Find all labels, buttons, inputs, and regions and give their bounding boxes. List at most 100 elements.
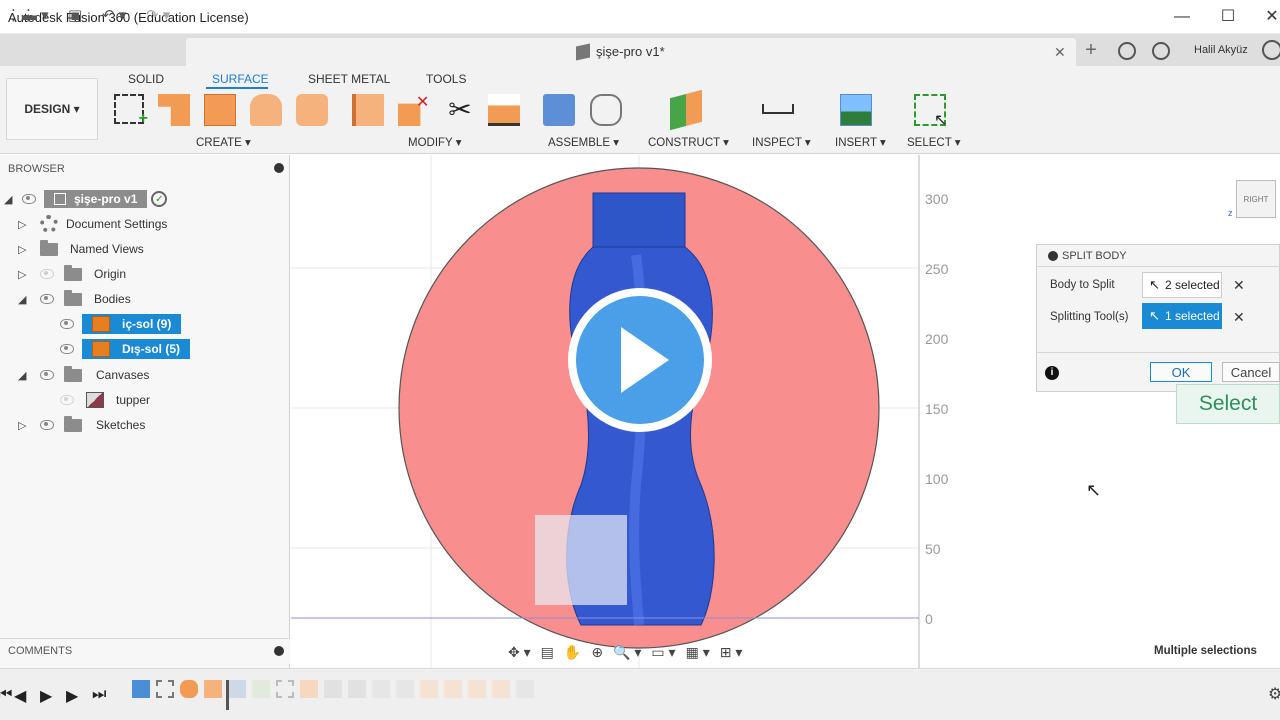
- workspace-switcher[interactable]: DESIGN ▾: [6, 78, 98, 140]
- timeline-feature-revolve[interactable]: [180, 680, 198, 698]
- viewports-icon[interactable]: ⊞ ▾: [720, 644, 743, 661]
- save-icon[interactable]: ▣: [68, 6, 82, 26]
- zoom-window-icon[interactable]: 🔍 ▾: [613, 644, 641, 661]
- timeline-feature[interactable]: [324, 680, 342, 698]
- undo-icon[interactable]: ↶ ▾: [102, 6, 126, 26]
- selected-body-chip[interactable]: Dış-sol (5): [82, 339, 191, 359]
- viewport-canvas[interactable]: 300 250 200 150 100 50 0: [291, 155, 1280, 668]
- grid-settings-icon[interactable]: ▦ ▾: [686, 644, 710, 661]
- tab-surface[interactable]: SURFACE: [212, 72, 269, 86]
- minimize-button[interactable]: —: [1162, 6, 1202, 28]
- visibility-icon[interactable]: [60, 319, 74, 329]
- expand-icon[interactable]: ▷: [18, 419, 32, 432]
- expand-icon[interactable]: ▷: [18, 243, 32, 256]
- insert-menu[interactable]: INSERT ▾: [835, 135, 886, 149]
- comments-panel[interactable]: COMMENTS: [0, 638, 290, 664]
- clear-tool-selection-icon[interactable]: ✕: [1233, 309, 1245, 326]
- selected-body-chip[interactable]: iç-sol (9): [82, 314, 182, 334]
- joint-icon[interactable]: [590, 94, 622, 126]
- tab-sheet-metal[interactable]: SHEET METAL: [308, 72, 390, 86]
- offset-face-icon[interactable]: [488, 94, 520, 126]
- create-menu[interactable]: CREATE ▾: [196, 135, 251, 149]
- timeline-feature[interactable]: [444, 680, 462, 698]
- timeline-play-icon[interactable]: ▶: [40, 686, 52, 706]
- timeline-feature[interactable]: [252, 680, 270, 698]
- tree-item-canvas-tupper[interactable]: tupper: [60, 389, 150, 411]
- visibility-icon[interactable]: [40, 269, 54, 279]
- zoom-icon[interactable]: ⊕: [591, 644, 603, 661]
- tree-item-body-ic-sol[interactable]: iç-sol (9): [60, 313, 182, 335]
- info-icon[interactable]: i: [1045, 366, 1059, 380]
- view-cube[interactable]: RIGHT: [1236, 180, 1276, 218]
- timeline-feature[interactable]: [516, 680, 534, 698]
- orbit-icon[interactable]: ✥ ▾: [508, 644, 531, 661]
- timeline-feature-loft[interactable]: [204, 680, 222, 698]
- display-settings-icon[interactable]: ▭ ▾: [651, 644, 675, 661]
- new-component-icon[interactable]: [543, 94, 575, 126]
- tree-item-document-settings[interactable]: ▷ Document Settings: [18, 213, 167, 235]
- select-menu[interactable]: SELECT ▾: [907, 135, 961, 149]
- close-tab-icon[interactable]: ✕: [1054, 44, 1066, 61]
- tab-solid[interactable]: SOLID: [128, 72, 164, 86]
- create-sketch-icon[interactable]: +: [114, 94, 148, 127]
- timeline-feature[interactable]: [276, 680, 294, 698]
- browser-collapse-icon[interactable]: [274, 163, 284, 173]
- timeline-prev-icon[interactable]: ◀: [14, 686, 26, 706]
- timeline-start-icon[interactable]: ⏮: [0, 686, 12, 704]
- expand-icon[interactable]: ◢: [18, 293, 32, 306]
- modify-menu[interactable]: MODIFY ▾: [408, 135, 461, 149]
- tab-tools[interactable]: TOOLS: [426, 72, 466, 86]
- file-menu-icon[interactable]: ▬ ▾: [22, 6, 49, 26]
- insert-canvas-icon[interactable]: [840, 94, 872, 126]
- timeline-settings-icon[interactable]: ⚙: [1268, 684, 1280, 704]
- timeline-feature[interactable]: [420, 680, 438, 698]
- clear-body-selection-icon[interactable]: ✕: [1233, 277, 1245, 294]
- press-pull-icon[interactable]: [352, 94, 384, 126]
- ok-button[interactable]: OK: [1150, 362, 1212, 382]
- assemble-menu[interactable]: ASSEMBLE ▾: [548, 135, 619, 149]
- timeline-feature[interactable]: [348, 680, 366, 698]
- timeline-feature[interactable]: [228, 680, 246, 698]
- pan-icon[interactable]: ✋: [564, 644, 581, 661]
- timeline-feature-canvas[interactable]: [132, 680, 150, 698]
- construct-menu[interactable]: CONSTRUCT ▾: [648, 135, 729, 149]
- sweep-icon[interactable]: [250, 94, 282, 126]
- visibility-icon[interactable]: [40, 370, 54, 380]
- look-at-icon[interactable]: ▤: [541, 644, 554, 661]
- tree-item-sketches[interactable]: ▷ Sketches: [18, 414, 145, 436]
- help-icon[interactable]: [1262, 40, 1280, 60]
- expand-icon[interactable]: ▷: [18, 268, 32, 281]
- tree-item-bodies[interactable]: ◢ Bodies: [18, 288, 131, 310]
- tree-item-named-views[interactable]: ▷ Named Views: [18, 238, 144, 260]
- maximize-button[interactable]: ☐: [1208, 6, 1248, 28]
- measure-icon[interactable]: [762, 104, 794, 114]
- inspect-menu[interactable]: INSPECT ▾: [752, 135, 811, 149]
- loft-icon[interactable]: [296, 94, 328, 126]
- timeline-feature[interactable]: [492, 680, 510, 698]
- user-account[interactable]: Halil Akyüz: [1194, 44, 1248, 56]
- redo-icon[interactable]: ↷ ▾: [146, 6, 170, 26]
- expand-icon[interactable]: ◢: [4, 193, 18, 206]
- 3d-viewport[interactable]: 300 250 200 150 100 50 0: [291, 155, 1280, 668]
- expand-icon[interactable]: ◢: [18, 369, 32, 382]
- timeline-feature[interactable]: [300, 680, 318, 698]
- visibility-icon[interactable]: [60, 395, 74, 405]
- revolve-icon[interactable]: [204, 94, 236, 126]
- dialog-collapse-icon[interactable]: [1048, 251, 1058, 261]
- split-body-icon[interactable]: ✂: [444, 94, 476, 126]
- timeline-feature-sketch[interactable]: [156, 680, 174, 698]
- timeline-marker[interactable]: [226, 680, 229, 710]
- splitting-tools-field[interactable]: ↖ 1 selected: [1142, 303, 1222, 329]
- timeline-feature[interactable]: [372, 680, 390, 698]
- cancel-button[interactable]: Cancel: [1222, 362, 1280, 382]
- tree-root[interactable]: ◢ şişe-pro v1 ✓: [4, 188, 168, 210]
- tree-item-origin[interactable]: ▷ Origin: [18, 263, 126, 285]
- tree-item-canvases[interactable]: ◢ Canvases: [18, 364, 149, 386]
- visibility-icon[interactable]: [40, 294, 54, 304]
- close-window-button[interactable]: ✕: [1252, 6, 1280, 28]
- visibility-icon[interactable]: [60, 344, 74, 354]
- visibility-icon[interactable]: [22, 194, 36, 204]
- body-to-split-field[interactable]: ↖ 2 selected: [1142, 272, 1222, 298]
- expand-icon[interactable]: ▷: [18, 218, 32, 231]
- new-tab-icon[interactable]: +: [1080, 40, 1102, 62]
